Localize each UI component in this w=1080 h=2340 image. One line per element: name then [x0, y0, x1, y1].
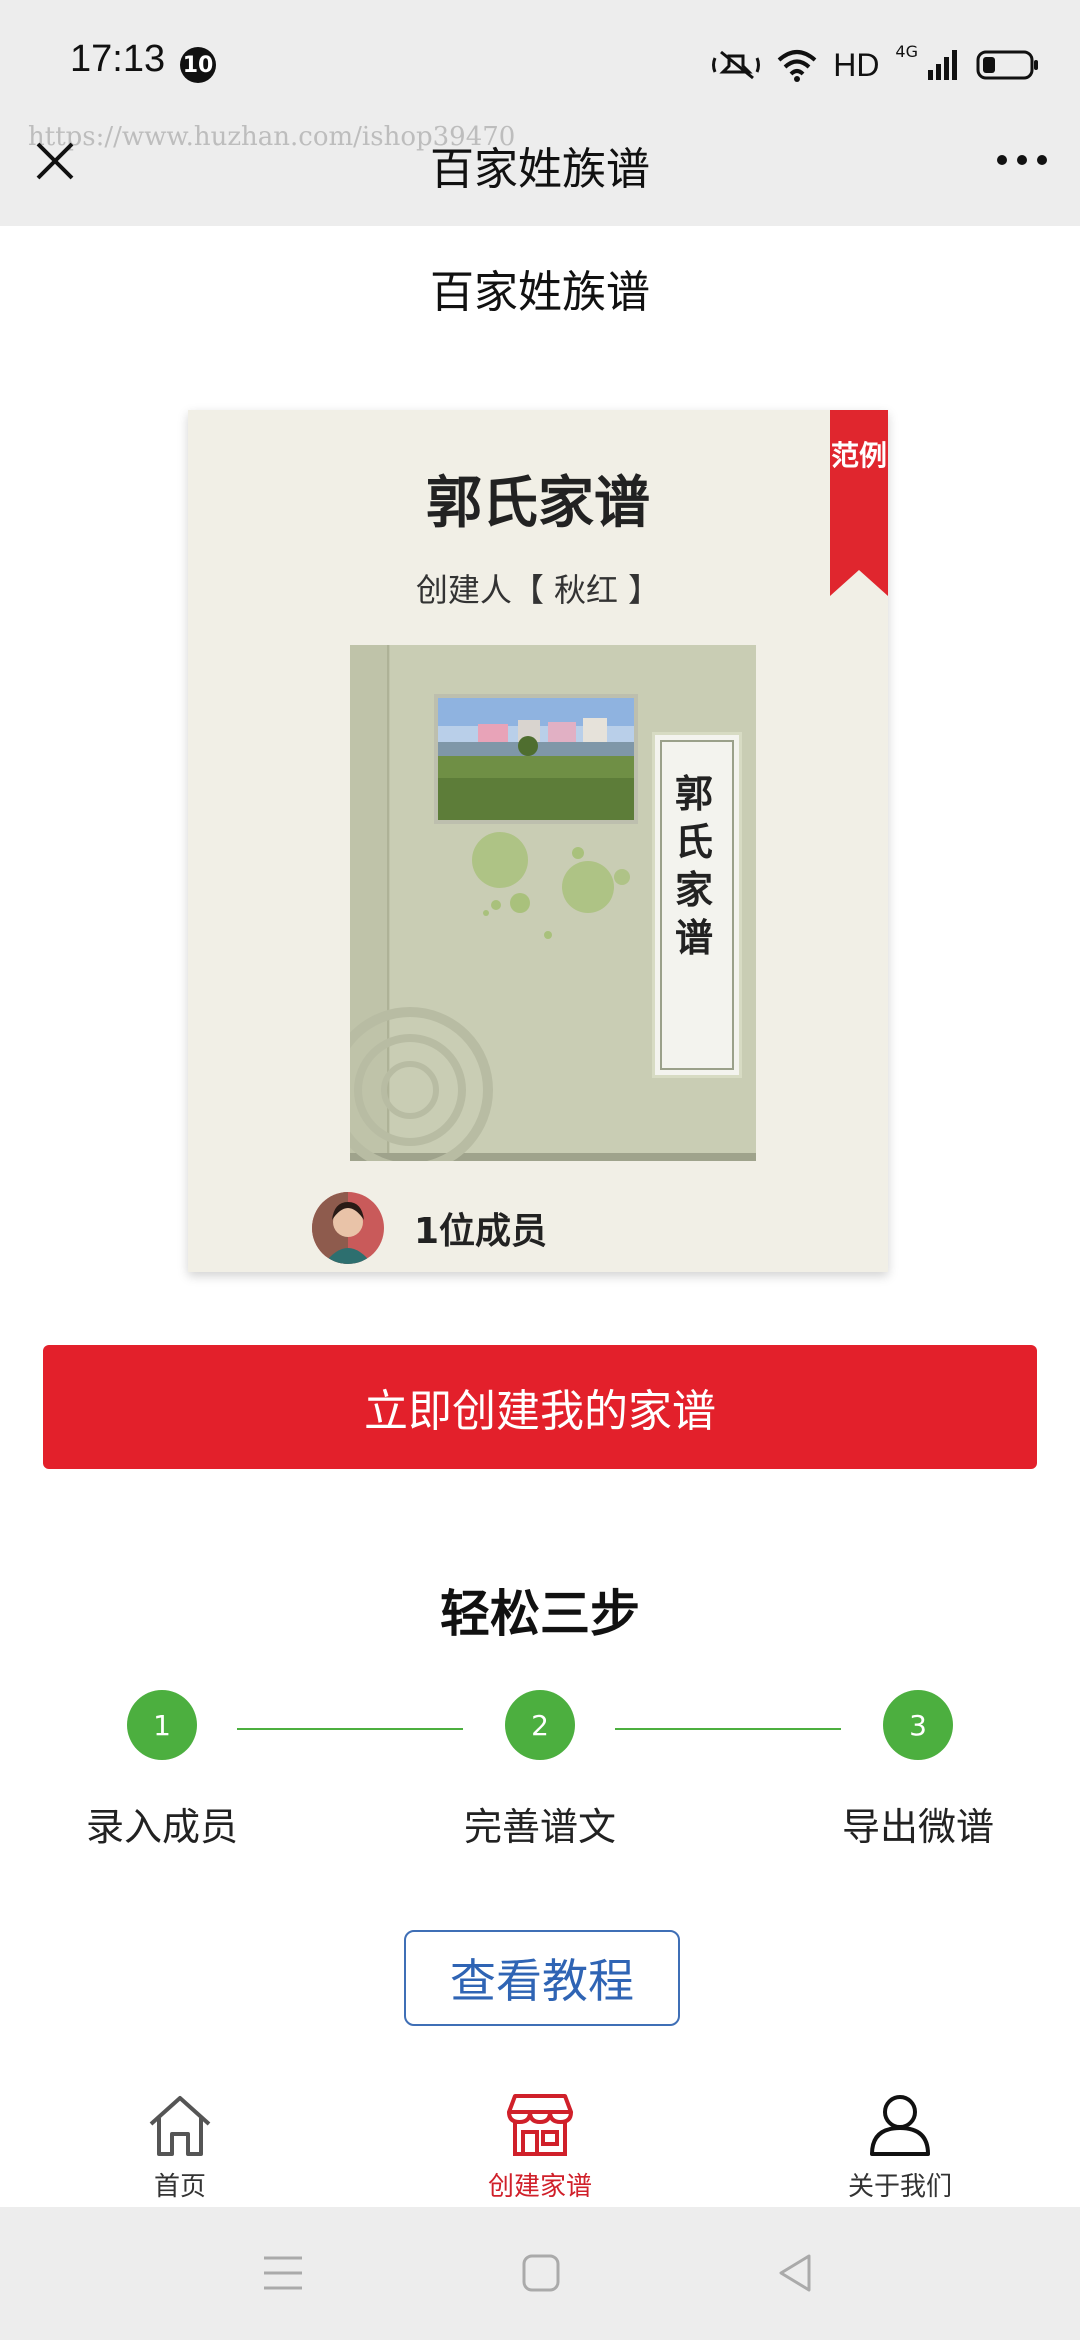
tab-create-genealogy-label: 创建家谱: [487, 2172, 592, 2202]
back-icon[interactable]: [775, 2252, 815, 2294]
home-icon: [149, 2096, 211, 2156]
tab-about-us[interactable]: 关于我们: [790, 2092, 1010, 2203]
status-icons: HD 4G: [711, 42, 1040, 88]
view-tutorial-button[interactable]: 查看教程: [404, 1930, 680, 2026]
step-1-circle: 1: [127, 1690, 197, 1760]
wifi-icon: [777, 50, 817, 82]
user-icon: [870, 2095, 930, 2156]
create-genealogy-button[interactable]: 立即创建我的家谱: [43, 1345, 1037, 1469]
step-1-label: 录入成员: [85, 1805, 238, 1849]
card-title: 郭氏家谱: [426, 471, 650, 536]
recents-icon[interactable]: [262, 2254, 304, 2292]
steps-title: 轻松三步: [440, 1585, 640, 1643]
status-time: 17:13: [70, 38, 166, 80]
landscape-photo: [434, 694, 638, 824]
hd-label: HD: [833, 46, 880, 83]
step-3-circle: 3: [883, 1690, 953, 1760]
tab-about-us-label: 关于我们: [847, 2172, 952, 2202]
tab-create-genealogy[interactable]: 创建家谱: [430, 2092, 650, 2203]
step-2-label: 完善谱文: [463, 1805, 616, 1849]
step-2-circle: 2: [505, 1690, 575, 1760]
home-button-icon[interactable]: [521, 2253, 561, 2293]
signal-icon: [928, 50, 957, 80]
page-title: 百家姓族谱: [430, 267, 650, 318]
step-connector-1: [237, 1728, 463, 1730]
tab-home-label: 首页: [153, 2172, 206, 2202]
step-3-label: 导出微谱: [841, 1805, 994, 1849]
battery-icon: [976, 50, 1038, 80]
store-icon: [507, 2094, 573, 2156]
more-icon[interactable]: [994, 146, 1050, 174]
member-count: 1位成员: [414, 1211, 548, 1252]
card-creator: 创建人【 秋红 】: [415, 571, 661, 609]
notification-badge: 10: [180, 47, 216, 83]
avatar: [312, 1192, 384, 1264]
step-connector-2: [615, 1728, 841, 1730]
nav-title: 百家姓族谱: [430, 144, 650, 195]
network-type-label: 4G: [895, 41, 918, 61]
mute-icon: [712, 50, 761, 80]
book-title-label-text: 郭氏家谱: [674, 772, 713, 960]
tab-home[interactable]: 首页: [70, 2092, 290, 2203]
